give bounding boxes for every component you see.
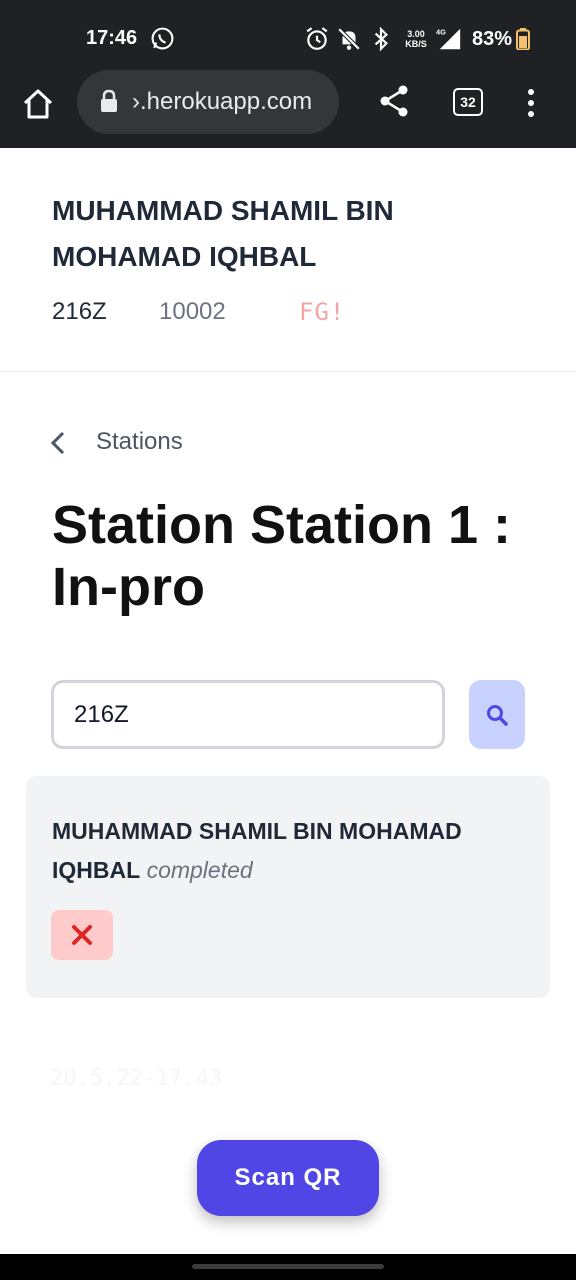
menu-icon[interactable] — [526, 88, 536, 118]
student-id: 10002 — [159, 298, 226, 325]
scan-qr-button[interactable]: Scan QR — [197, 1140, 379, 1216]
status-icons: 3.00 KB/S 4G 83% — [304, 26, 531, 52]
whatsapp-icon — [151, 27, 174, 50]
share-icon[interactable] — [378, 84, 410, 118]
browser-toolbar: ›.herokuapp.com 32 — [0, 70, 576, 148]
search-input[interactable] — [51, 680, 445, 749]
result-name: MUHAMMAD SHAMIL BIN MOHAMAD IQHBAL — [52, 818, 462, 883]
result-card: MUHAMMAD SHAMIL BIN MOHAMAD IQHBAL compl… — [26, 776, 550, 998]
url-text: ›.herokuapp.com — [132, 88, 313, 115]
result-text: MUHAMMAD SHAMIL BIN MOHAMAD IQHBAL compl… — [52, 812, 522, 890]
network-speed-value: 3.00 — [407, 29, 425, 39]
lock-icon — [101, 89, 117, 112]
network-type-label: 4G — [436, 27, 446, 36]
search-icon — [487, 705, 508, 726]
network-speed: 3.00 KB/S — [400, 29, 432, 49]
battery-icon — [516, 28, 531, 50]
network-speed-unit: KB/S — [405, 39, 427, 49]
battery-percent: 83% — [472, 27, 513, 50]
home-icon[interactable] — [20, 86, 56, 122]
search-button[interactable] — [469, 680, 525, 749]
result-status: completed — [146, 857, 253, 883]
student-code: 216Z — [52, 298, 107, 325]
student-flag: FG! — [299, 298, 346, 326]
page-title: Station Station 1 : In-pro — [52, 495, 511, 617]
gesture-handle[interactable] — [192, 1264, 384, 1269]
back-label: Stations — [96, 428, 183, 455]
bluetooth-icon — [374, 26, 388, 52]
student-header: MUHAMMAD SHAMIL BIN MOHAMAD IQHBAL 216Z … — [0, 148, 576, 372]
timestamp: 20.5.22-17.43 — [50, 1066, 223, 1091]
alarm-icon — [306, 27, 328, 50]
signal-icon: 4G — [436, 27, 461, 50]
student-name: MUHAMMAD SHAMIL BIN MOHAMAD IQHBAL — [52, 195, 394, 272]
status-bar: 17:46 3.00 KB/S 4G 83% — [0, 0, 576, 78]
close-icon — [72, 925, 92, 945]
mute-icon — [337, 27, 361, 51]
tabs-icon[interactable]: 32 — [453, 88, 483, 116]
system-nav-bar — [0, 1254, 576, 1280]
url-bar[interactable]: ›.herokuapp.com — [77, 70, 339, 134]
remove-button[interactable] — [51, 910, 113, 960]
status-time: 17:46 — [86, 27, 138, 49]
chevron-left-icon — [50, 431, 65, 455]
